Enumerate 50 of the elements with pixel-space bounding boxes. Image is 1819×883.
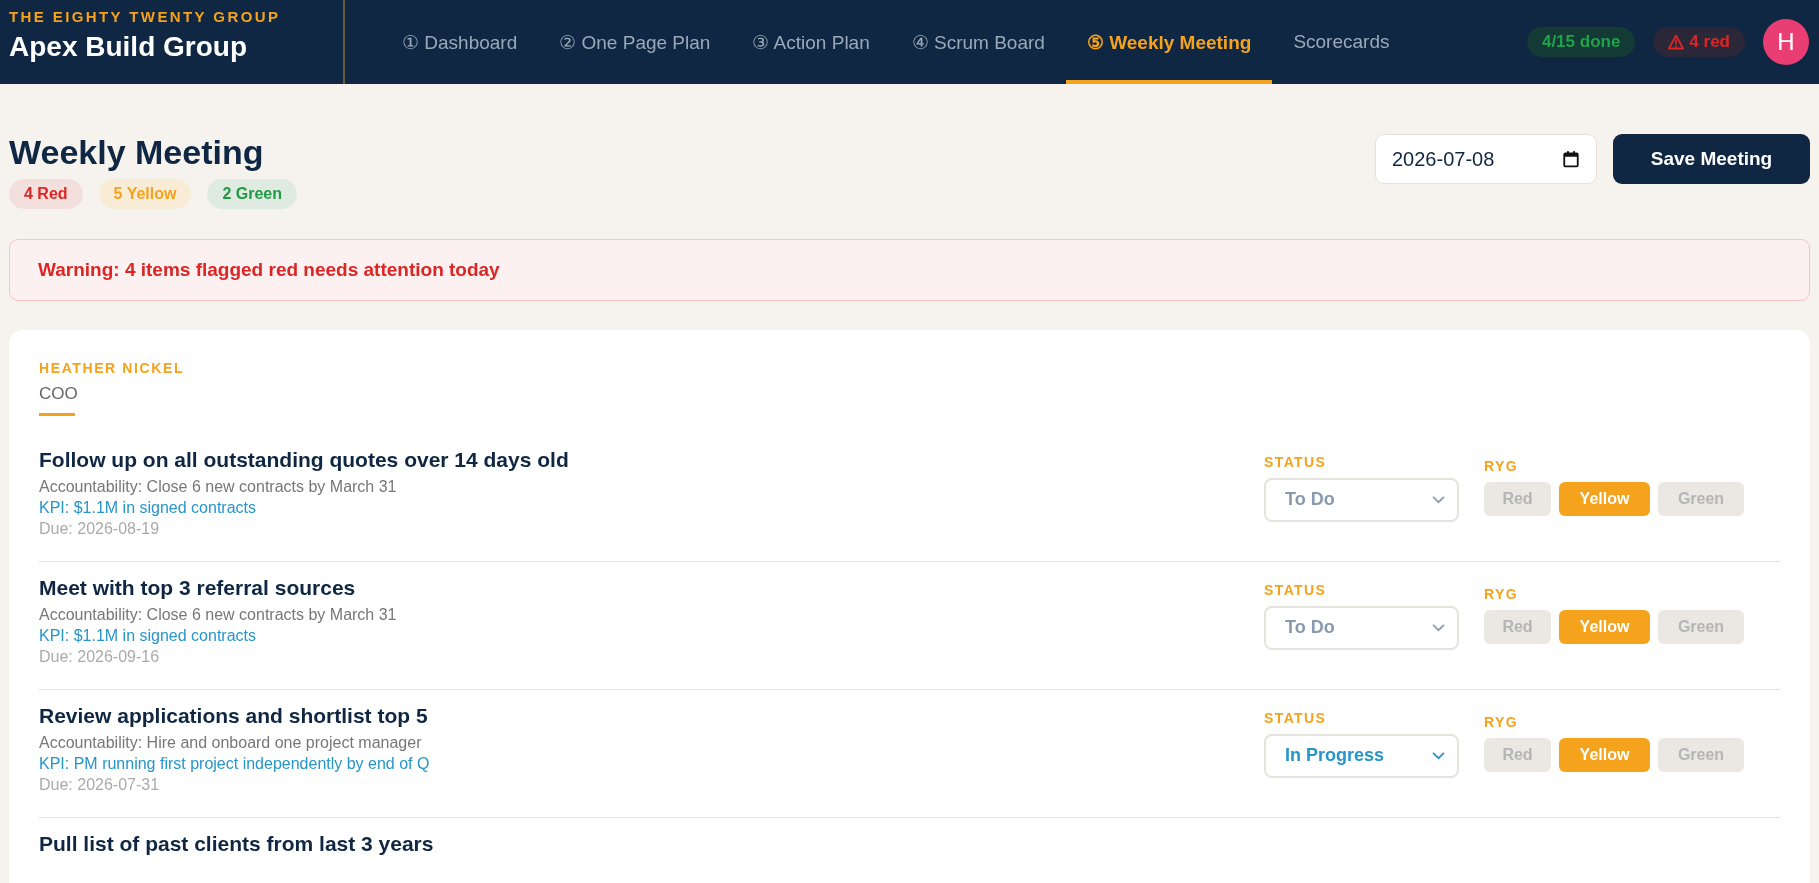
ryg-label: RYG [1484,713,1520,730]
ryg-label: RYG [1484,585,1520,602]
flagged-count-label: 4 red [1689,32,1730,52]
ryg-label: RYG [1484,457,1520,474]
warning-icon [1668,34,1685,50]
kpi-text: KPI: $1.1M in signed contracts [39,497,257,518]
chevron-icon [1432,751,1445,761]
status-label: STATUS [1264,709,1328,726]
action-title: Review applications and shortlist top 5 [39,703,429,728]
date-field[interactable]: 2026-07-08 [1375,134,1597,184]
nav-tab[interactable]: ④ Scrum Board [890,0,1066,84]
save-meeting-button[interactable]: Save Meeting [1613,134,1810,184]
company-name: Apex Build Group [9,31,248,63]
action-title: Follow up on all outstanding quotes over 14 days old [39,447,570,472]
nav-tab[interactable]: ⑤ Weekly Meeting [1065,0,1273,84]
accountability-text: Accountability: Close 6 new contracts by March 31 [39,476,398,497]
done-count-badge: 4/15 done [1526,27,1636,57]
nav-tab[interactable]: ① Dashboard [381,0,539,84]
chevron-icon [1432,623,1445,633]
page-title: Weekly Meeting [9,132,265,173]
calendar-icon [1562,150,1580,168]
warning-message: Warning: 4 items flagged red needs attention today [38,258,500,281]
ryg-button[interactable]: Yellow [1559,481,1650,516]
chevron-icon [1432,495,1445,505]
ryg-button[interactable]: Yellow [1559,737,1650,772]
accountability-text: Accountability: Close 6 new contracts by March 31 [39,604,398,625]
kpi-text: KPI: $1.1M in signed contracts [39,625,257,646]
due-date: Due: 2026-09-16 [39,646,161,667]
due-date: Due: 2026-07-31 [39,774,161,795]
count-badge: 5 Yellow [98,178,192,209]
ryg-button[interactable]: Yellow [1559,609,1650,644]
action-title: Pull list of past clients from last 3 years [39,831,435,856]
accountability-text: Accountability: Hire and onboard one project manager [39,732,423,753]
due-date: Due: 2026-08-19 [39,518,161,539]
nav-tab[interactable]: ③ Action Plan [731,0,891,84]
status-select[interactable]: In Progress [1264,733,1459,778]
person-role: COO [39,383,79,404]
user-avatar[interactable]: H [1763,19,1809,65]
status-label: STATUS [1264,581,1328,598]
count-badge: 2 Green [207,178,298,209]
count-badge: 4 Red [9,178,83,209]
nav-tab[interactable]: ② One Page Plan [538,0,732,84]
group-name: THE EIGHTY TWENTY GROUP [9,8,282,25]
status-select[interactable]: To Do [1264,477,1459,522]
action-title: Meet with top 3 referral sources [39,575,357,600]
status-label: STATUS [1264,453,1328,470]
kpi-text: KPI: PM running first project independently by end of Q [39,753,431,774]
person-name: HEATHER NICKEL [39,359,186,376]
status-select[interactable]: To Do [1264,605,1459,650]
nav-tab[interactable]: Scorecards [1272,0,1411,84]
